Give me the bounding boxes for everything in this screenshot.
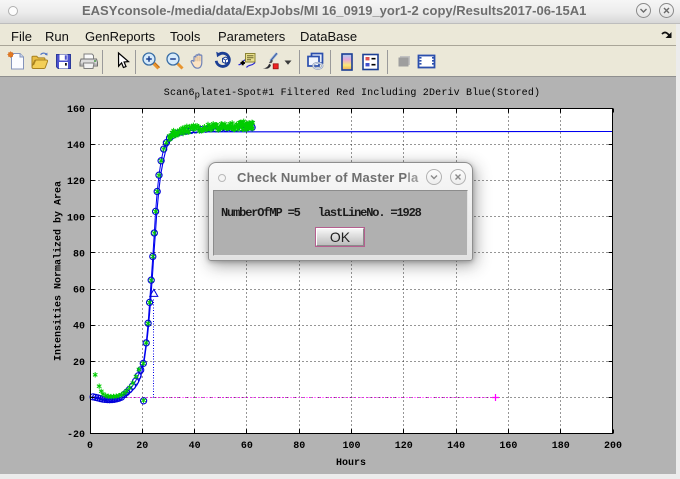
svg-text:Intensities Normalized by Area: Intensities Normalized by Area (53, 181, 65, 361)
svg-text:-20: -20 (67, 430, 85, 441)
svg-text:100: 100 (342, 441, 360, 452)
svg-text:Scan6plate1-Spot#1 Filtered Re: Scan6plate1-Spot#1 Filtered Red Includin… (164, 87, 540, 101)
svg-text:140: 140 (447, 441, 465, 452)
svg-text:140: 140 (67, 141, 85, 152)
svg-text:20: 20 (73, 358, 85, 369)
svg-text:80: 80 (73, 249, 85, 260)
svg-text:100: 100 (67, 213, 85, 224)
svg-text:0: 0 (87, 441, 93, 452)
svg-text:60: 60 (73, 286, 85, 297)
svg-text:200: 200 (604, 441, 622, 452)
svg-text:40: 40 (189, 441, 201, 452)
svg-text:160: 160 (499, 441, 517, 452)
svg-text:0: 0 (79, 394, 85, 405)
svg-text:40: 40 (73, 322, 85, 333)
svg-text:120: 120 (395, 441, 413, 452)
svg-text:160: 160 (67, 105, 85, 116)
svg-text:80: 80 (293, 441, 305, 452)
svg-text:Hours: Hours (336, 458, 366, 469)
svg-text:120: 120 (67, 177, 85, 188)
svg-text:60: 60 (241, 441, 253, 452)
svg-text:180: 180 (552, 441, 570, 452)
svg-text:20: 20 (136, 441, 148, 452)
